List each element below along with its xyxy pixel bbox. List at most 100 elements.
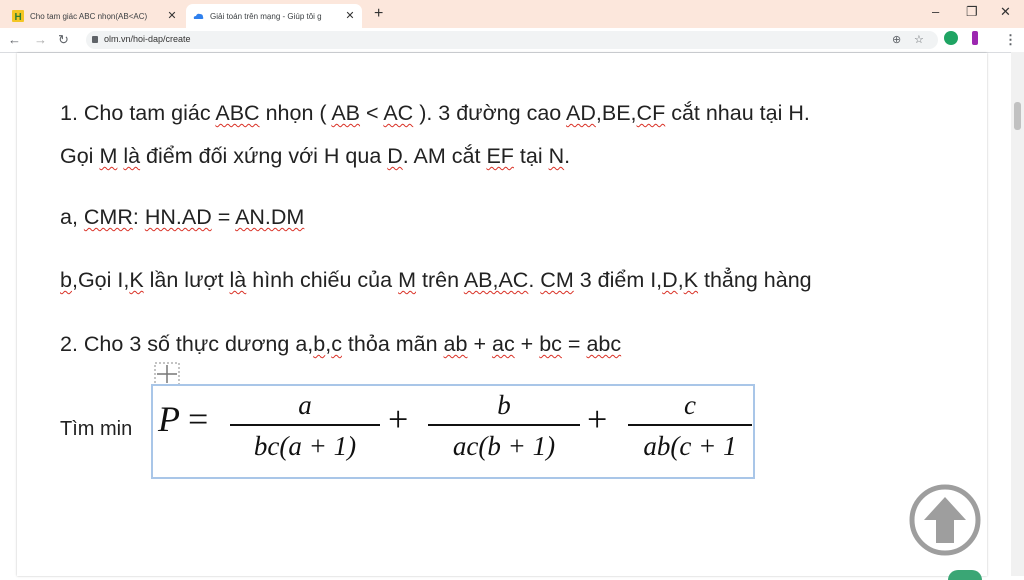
fraction-denominator: ab(c + 1 bbox=[643, 431, 737, 461]
fraction-a: a bc(a + 1) bbox=[230, 388, 380, 464]
text-run: + bbox=[514, 332, 540, 356]
spellcheck-word: bc bbox=[539, 332, 562, 356]
formula-plus-1: + bbox=[388, 399, 409, 439]
text-run: thỏa mãn bbox=[341, 332, 444, 356]
text-run: điểm đối xứng với H qua bbox=[140, 144, 388, 168]
text-run: hình chiếu của bbox=[246, 268, 399, 292]
text-run: Gọi bbox=[60, 144, 100, 168]
spellcheck-word: CF bbox=[636, 101, 666, 125]
browser-tabstrip: H Cho tam giác ABC nhọn(AB<AC) ✕ Giải to… bbox=[0, 0, 1024, 28]
text-run: 3 điểm I, bbox=[573, 268, 663, 292]
spellcheck-word: CMR bbox=[83, 205, 133, 229]
menu-kebab-icon[interactable]: ⋮ bbox=[1004, 32, 1017, 48]
question-2-line: 2. Cho 3 số thực dương a,b,c thỏa mãn ab… bbox=[60, 332, 621, 357]
text-run: = bbox=[561, 332, 587, 356]
spellcheck-word: ab bbox=[443, 332, 468, 356]
tab-giai-toan[interactable]: Giải toán trên mạng - Giúp tôi g ✕ bbox=[186, 4, 362, 28]
spellcheck-word: M bbox=[398, 268, 416, 292]
address-bar[interactable]: olm.vn/hoi-dap/create ⊕ ☆ bbox=[86, 31, 938, 49]
scrollbar-thumb[interactable] bbox=[1014, 102, 1021, 130]
fraction-numerator: c bbox=[684, 390, 696, 420]
maximize-button[interactable]: ❐ bbox=[966, 4, 978, 20]
spellcheck-word: là bbox=[229, 268, 247, 292]
spellcheck-word: EF bbox=[486, 144, 514, 168]
spellcheck-word: K bbox=[683, 268, 699, 292]
spellcheck-word: AB bbox=[331, 101, 361, 125]
spellcheck-word: CM bbox=[540, 268, 574, 292]
new-tab-button[interactable]: + bbox=[374, 6, 383, 22]
spellcheck-word: b bbox=[60, 268, 72, 292]
text-run: tại bbox=[513, 144, 549, 168]
extension-icon[interactable] bbox=[972, 31, 978, 45]
spellcheck-word: abc bbox=[586, 332, 622, 356]
formula-plus-2: + bbox=[587, 399, 608, 439]
text-run: trên bbox=[416, 268, 464, 292]
spellcheck-word: AD bbox=[566, 101, 596, 125]
text-run: 2. Cho 3 số thực dương a, bbox=[60, 332, 314, 356]
spellcheck-word: D bbox=[662, 268, 678, 292]
text-run: . bbox=[528, 268, 541, 292]
fraction-b: b ac(b + 1) bbox=[428, 388, 580, 464]
move-handle-icon[interactable] bbox=[154, 362, 180, 386]
spellcheck-word: AB,AC bbox=[463, 268, 529, 292]
tim-min-label: Tìm min bbox=[60, 418, 133, 440]
text-run: ). 3 đường cao bbox=[413, 101, 567, 125]
svg-text:H: H bbox=[15, 12, 22, 22]
help-fab[interactable] bbox=[948, 570, 982, 580]
fraction-numerator: b bbox=[497, 390, 511, 420]
text-run: nhọn ( bbox=[259, 101, 332, 125]
text-run: ,BE, bbox=[595, 101, 637, 125]
text-run: a, bbox=[60, 205, 84, 229]
tab-close-icon[interactable]: ✕ bbox=[344, 10, 356, 22]
tab-close-icon[interactable]: ✕ bbox=[166, 10, 178, 22]
fraction-denominator: bc(a + 1) bbox=[253, 431, 357, 461]
tab-title: Cho tam giác ABC nhọn(AB<AC) bbox=[30, 11, 148, 21]
text-run: lần lượt bbox=[143, 268, 230, 292]
tab-olm-question[interactable]: H Cho tam giác ABC nhọn(AB<AC) ✕ bbox=[6, 4, 184, 28]
spellcheck-word: ABC bbox=[215, 101, 260, 125]
lock-icon bbox=[92, 36, 98, 43]
forward-arrow-icon[interactable]: → bbox=[34, 32, 47, 48]
text-run: thẳng hàng bbox=[698, 268, 812, 292]
spellcheck-word: c bbox=[331, 332, 342, 356]
close-window-button[interactable]: ✕ bbox=[1000, 4, 1011, 20]
text-run: : bbox=[132, 205, 145, 229]
text-run: = bbox=[211, 205, 236, 229]
spellcheck-word: AN.DM bbox=[235, 205, 305, 229]
formula-lhs: P bbox=[158, 399, 180, 439]
scroll-to-top-arrow-icon[interactable] bbox=[908, 483, 982, 557]
text-run: . AM cắt bbox=[402, 144, 487, 168]
text-run: . bbox=[564, 144, 571, 168]
spellcheck-word: là bbox=[123, 144, 141, 168]
question-line-1: 1. Cho tam giác ABC nhọn ( AB < AC ). 3 … bbox=[60, 101, 810, 126]
fraction-c: c ab(c + 1 bbox=[628, 388, 752, 464]
spellcheck-word: D bbox=[387, 144, 403, 168]
spellcheck-word: HN.AD bbox=[144, 205, 212, 229]
bookmark-star-icon[interactable]: ☆ bbox=[914, 33, 924, 46]
formula-equals: = bbox=[188, 399, 209, 439]
question-editor[interactable] bbox=[17, 53, 987, 576]
text-run: + bbox=[467, 332, 492, 356]
text-run: cắt nhau tại H. bbox=[665, 101, 810, 125]
spellcheck-word: M bbox=[99, 144, 118, 168]
spellcheck-word: N bbox=[548, 144, 565, 168]
grammarly-extension-icon[interactable] bbox=[944, 31, 958, 45]
reload-icon[interactable]: ↻ bbox=[58, 32, 69, 48]
spellcheck-word: b bbox=[313, 332, 326, 356]
fraction-numerator: a bbox=[298, 390, 312, 420]
text-run: < bbox=[360, 101, 384, 125]
fraction-bar bbox=[428, 424, 580, 426]
zoom-icon[interactable]: ⊕ bbox=[892, 33, 901, 46]
back-arrow-icon[interactable]: ← bbox=[8, 32, 21, 48]
spellcheck-word: K bbox=[129, 268, 144, 292]
page-scrollbar[interactable] bbox=[1011, 52, 1024, 576]
text-run: ,Gọi I, bbox=[71, 268, 130, 292]
cloud-icon bbox=[192, 10, 204, 22]
fraction-denominator: ac(b + 1) bbox=[452, 431, 556, 461]
question-line-2: Gọi M là điểm đối xứng với H qua D. AM c… bbox=[60, 144, 570, 169]
question-part-a: a, CMR: HN.AD = AN.DM bbox=[60, 205, 304, 230]
fraction-bar bbox=[230, 424, 380, 426]
browser-toolbar: ← → ↻ olm.vn/hoi-dap/create ⊕ ☆ ⋮ bbox=[0, 28, 1024, 53]
minimize-button[interactable]: – bbox=[932, 4, 939, 19]
spellcheck-word: AC bbox=[383, 101, 414, 125]
